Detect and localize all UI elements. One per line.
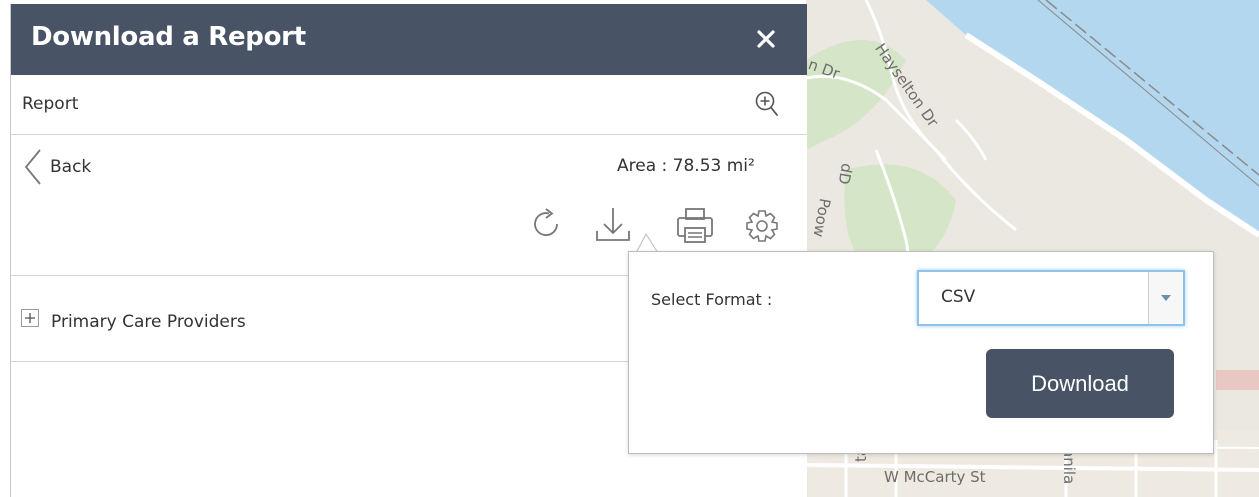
- zoom-in-button[interactable]: [754, 89, 780, 119]
- close-icon: [757, 30, 775, 48]
- plus-icon: [25, 313, 35, 323]
- format-value: CSV: [941, 287, 976, 307]
- refresh-button[interactable]: [527, 204, 567, 248]
- map-label: W McCarty St: [884, 468, 986, 486]
- layer-label[interactable]: Primary Care Providers: [51, 312, 246, 332]
- dropdown-button[interactable]: [1148, 272, 1183, 324]
- print-button[interactable]: [675, 204, 715, 248]
- zoom-in-icon: [755, 91, 778, 116]
- report-label: Report: [22, 94, 79, 114]
- download-icon: [596, 208, 630, 241]
- map-label: dD: [834, 161, 856, 186]
- back-button[interactable]: [23, 147, 43, 187]
- chevron-left-icon: [24, 149, 41, 185]
- format-popup: Select Format : CSV Download: [628, 251, 1214, 454]
- settings-button[interactable]: [742, 204, 782, 248]
- caret-down-icon: [1161, 295, 1171, 301]
- panel-header: Download a Report: [11, 4, 807, 75]
- area-readout: Area : 78.53 mi²: [617, 156, 755, 176]
- format-label: Select Format :: [651, 290, 773, 309]
- download-button[interactable]: [591, 204, 631, 248]
- refresh-icon: [534, 208, 558, 236]
- report-row: Report: [11, 75, 807, 135]
- download-submit-button[interactable]: Download: [986, 349, 1174, 418]
- settings-icon: [746, 210, 778, 242]
- print-icon: [677, 208, 713, 243]
- expand-button[interactable]: [21, 309, 39, 327]
- back-label[interactable]: Back: [50, 157, 91, 177]
- panel-title: Download a Report: [31, 22, 306, 52]
- format-select[interactable]: CSV: [917, 270, 1185, 326]
- close-button[interactable]: [751, 24, 781, 54]
